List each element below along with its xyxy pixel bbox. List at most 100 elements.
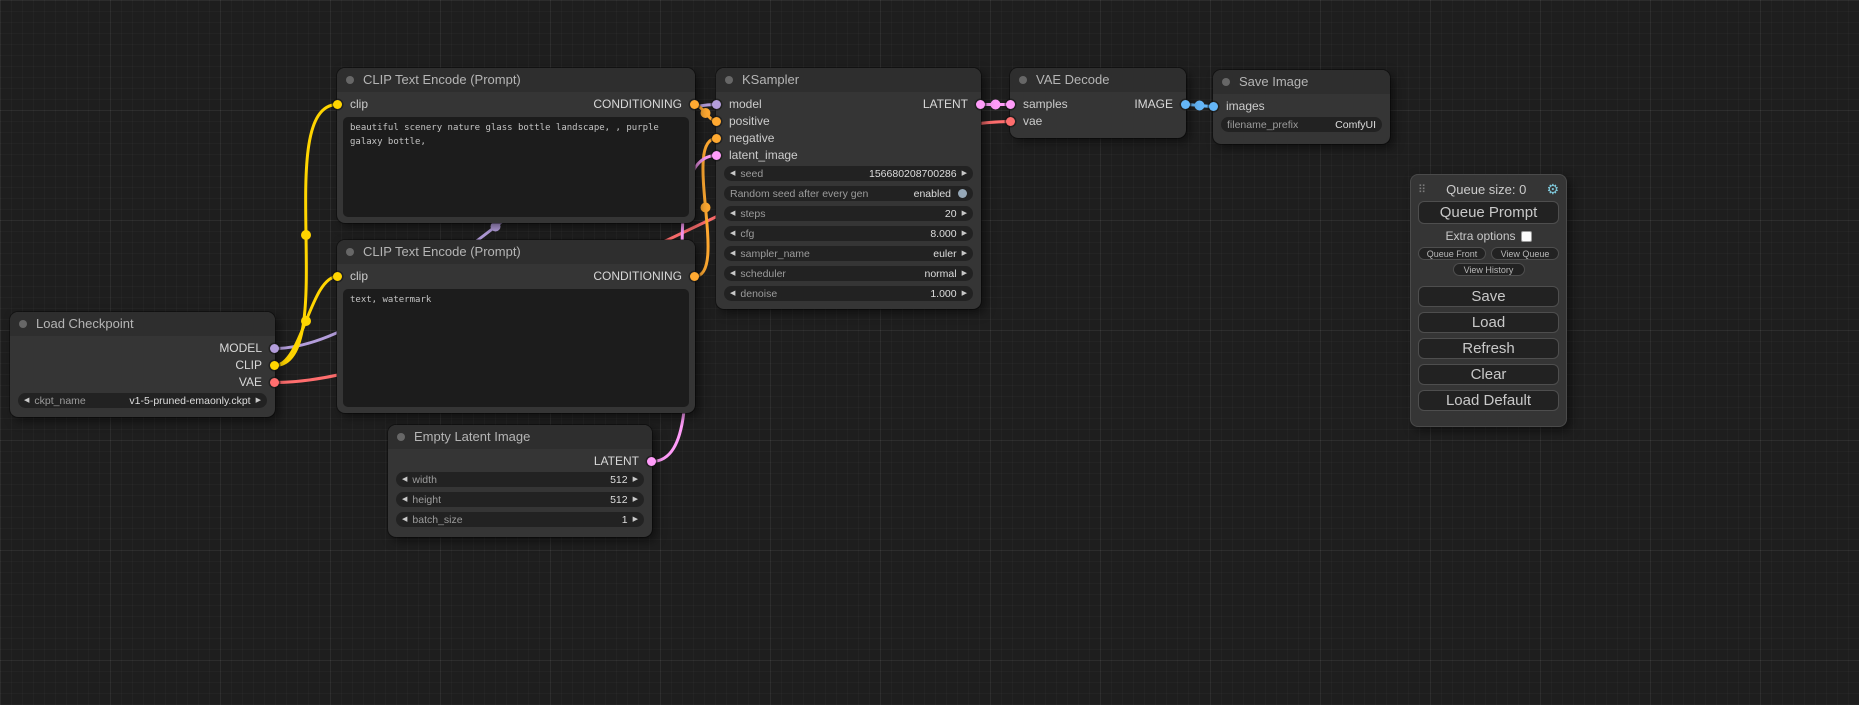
denoise-widget[interactable]: ◀ denoise 1.000 ▶ [724, 286, 973, 301]
slot-vae: VAE [10, 374, 275, 391]
positive-input-port[interactable] [712, 117, 721, 126]
vae-input-port[interactable] [1006, 117, 1015, 126]
node-title-bar[interactable]: CLIP Text Encode (Prompt) [337, 240, 695, 264]
node-title: Save Image [1239, 74, 1308, 89]
widget-value: normal [925, 268, 957, 280]
widget-label: seed [740, 168, 763, 180]
widget-value: 8.000 [930, 228, 956, 240]
collapse-toggle-icon[interactable] [346, 248, 354, 256]
toggle-knob-icon[interactable] [958, 189, 967, 198]
images-input-port[interactable] [1209, 102, 1218, 111]
node-title-bar[interactable]: VAE Decode [1010, 68, 1186, 92]
random-seed-widget[interactable]: Random seed after every gen enabled [724, 186, 973, 201]
height-widget[interactable]: ◀ height 512 ▶ [396, 492, 644, 507]
drag-handle-icon[interactable]: ⠿ [1418, 183, 1426, 196]
latent-output-port[interactable] [647, 457, 656, 466]
increment-arrow-icon[interactable]: ▶ [256, 393, 261, 408]
prompt-textarea[interactable]: text, watermark [343, 289, 689, 407]
samples-input-port[interactable] [1006, 100, 1015, 109]
node-load-checkpoint[interactable]: Load Checkpoint MODEL CLIP VAE ◀ ckpt_na… [10, 312, 275, 417]
load-default-button[interactable]: Load Default [1418, 390, 1559, 411]
collapse-toggle-icon[interactable] [1019, 76, 1027, 84]
decrement-arrow-icon[interactable]: ◀ [730, 266, 735, 281]
node-title-bar[interactable]: KSampler [716, 68, 981, 92]
node-title-bar[interactable]: Empty Latent Image [388, 425, 652, 449]
node-clip-text-encode-negative[interactable]: CLIP Text Encode (Prompt) clip CONDITION… [337, 240, 695, 413]
model-input-port[interactable] [712, 100, 721, 109]
increment-arrow-icon[interactable]: ▶ [962, 286, 967, 301]
output-label-model: MODEL [219, 340, 262, 357]
vae-output-port[interactable] [270, 378, 279, 387]
output-label-latent: LATENT [923, 96, 968, 113]
decrement-arrow-icon[interactable]: ◀ [402, 492, 407, 507]
steps-widget[interactable]: ◀ steps 20 ▶ [724, 206, 973, 221]
queue-size-label: Queue size: 0 [1426, 182, 1546, 197]
collapse-toggle-icon[interactable] [19, 320, 27, 328]
conditioning-output-port[interactable] [690, 272, 699, 281]
queue-front-button[interactable]: Queue Front [1418, 247, 1486, 260]
cfg-widget[interactable]: ◀ cfg 8.000 ▶ [724, 226, 973, 241]
clip-output-port[interactable] [270, 361, 279, 370]
clip-input-port[interactable] [333, 100, 342, 109]
node-save-image[interactable]: Save Image images filename_prefix ComfyU… [1213, 70, 1390, 144]
latent-image-input-port[interactable] [712, 151, 721, 160]
load-button[interactable]: Load [1418, 312, 1559, 333]
increment-arrow-icon[interactable]: ▶ [962, 226, 967, 241]
input-label-negative: negative [729, 130, 774, 147]
scheduler-widget[interactable]: ◀ scheduler normal ▶ [724, 266, 973, 281]
decrement-arrow-icon[interactable]: ◀ [24, 393, 29, 408]
decrement-arrow-icon[interactable]: ◀ [730, 286, 735, 301]
width-widget[interactable]: ◀ width 512 ▶ [396, 472, 644, 487]
seed-widget[interactable]: ◀ seed 156680208700286 ▶ [724, 166, 973, 181]
node-ksampler[interactable]: KSampler model LATENT positive negative … [716, 68, 981, 309]
increment-arrow-icon[interactable]: ▶ [962, 206, 967, 221]
collapse-toggle-icon[interactable] [725, 76, 733, 84]
node-empty-latent-image[interactable]: Empty Latent Image LATENT ◀ width 512 ▶ … [388, 425, 652, 537]
increment-arrow-icon[interactable]: ▶ [962, 166, 967, 181]
refresh-button[interactable]: Refresh [1418, 338, 1559, 359]
queue-prompt-button[interactable]: Queue Prompt [1418, 201, 1559, 224]
increment-arrow-icon[interactable]: ▶ [633, 512, 638, 527]
node-vae-decode[interactable]: VAE Decode samples IMAGE vae [1010, 68, 1186, 138]
decrement-arrow-icon[interactable]: ◀ [402, 472, 407, 487]
input-label-clip: clip [350, 268, 368, 285]
decrement-arrow-icon[interactable]: ◀ [730, 246, 735, 261]
output-label-latent: LATENT [594, 453, 639, 470]
batch-size-widget[interactable]: ◀ batch_size 1 ▶ [396, 512, 644, 527]
collapse-toggle-icon[interactable] [346, 76, 354, 84]
increment-arrow-icon[interactable]: ▶ [633, 472, 638, 487]
widget-value: 512 [610, 494, 628, 506]
image-output-port[interactable] [1181, 100, 1190, 109]
negative-input-port[interactable] [712, 134, 721, 143]
sampler-name-widget[interactable]: ◀ sampler_name euler ▶ [724, 246, 973, 261]
node-title-bar[interactable]: CLIP Text Encode (Prompt) [337, 68, 695, 92]
view-queue-button[interactable]: View Queue [1491, 247, 1559, 260]
decrement-arrow-icon[interactable]: ◀ [402, 512, 407, 527]
node-title-bar[interactable]: Load Checkpoint [10, 312, 275, 336]
settings-gear-icon[interactable]: ⚙ [1546, 181, 1559, 198]
node-clip-text-encode-positive[interactable]: CLIP Text Encode (Prompt) clip CONDITION… [337, 68, 695, 223]
node-title-bar[interactable]: Save Image [1213, 70, 1390, 94]
clear-button[interactable]: Clear [1418, 364, 1559, 385]
prompt-textarea[interactable]: beautiful scenery nature glass bottle la… [343, 117, 689, 217]
view-history-button[interactable]: View History [1453, 263, 1525, 276]
node-title: CLIP Text Encode (Prompt) [363, 244, 521, 259]
collapse-toggle-icon[interactable] [1222, 78, 1230, 86]
save-button[interactable]: Save [1418, 286, 1559, 307]
increment-arrow-icon[interactable]: ▶ [962, 266, 967, 281]
latent-output-port[interactable] [976, 100, 985, 109]
ckpt-name-widget[interactable]: ◀ ckpt_name v1-5-pruned-emaonly.ckpt ▶ [18, 393, 267, 408]
slot-clip-conditioning: clip CONDITIONING [337, 268, 695, 285]
decrement-arrow-icon[interactable]: ◀ [730, 166, 735, 181]
model-output-port[interactable] [270, 344, 279, 353]
increment-arrow-icon[interactable]: ▶ [962, 246, 967, 261]
decrement-arrow-icon[interactable]: ◀ [730, 206, 735, 221]
increment-arrow-icon[interactable]: ▶ [633, 492, 638, 507]
filename-prefix-widget[interactable]: filename_prefix ComfyUI [1221, 117, 1382, 132]
collapse-toggle-icon[interactable] [397, 433, 405, 441]
clip-input-port[interactable] [333, 272, 342, 281]
decrement-arrow-icon[interactable]: ◀ [730, 226, 735, 241]
extra-options-checkbox[interactable] [1521, 231, 1532, 242]
node-graph-canvas[interactable]: Load Checkpoint MODEL CLIP VAE ◀ ckpt_na… [0, 0, 1859, 705]
conditioning-output-port[interactable] [690, 100, 699, 109]
